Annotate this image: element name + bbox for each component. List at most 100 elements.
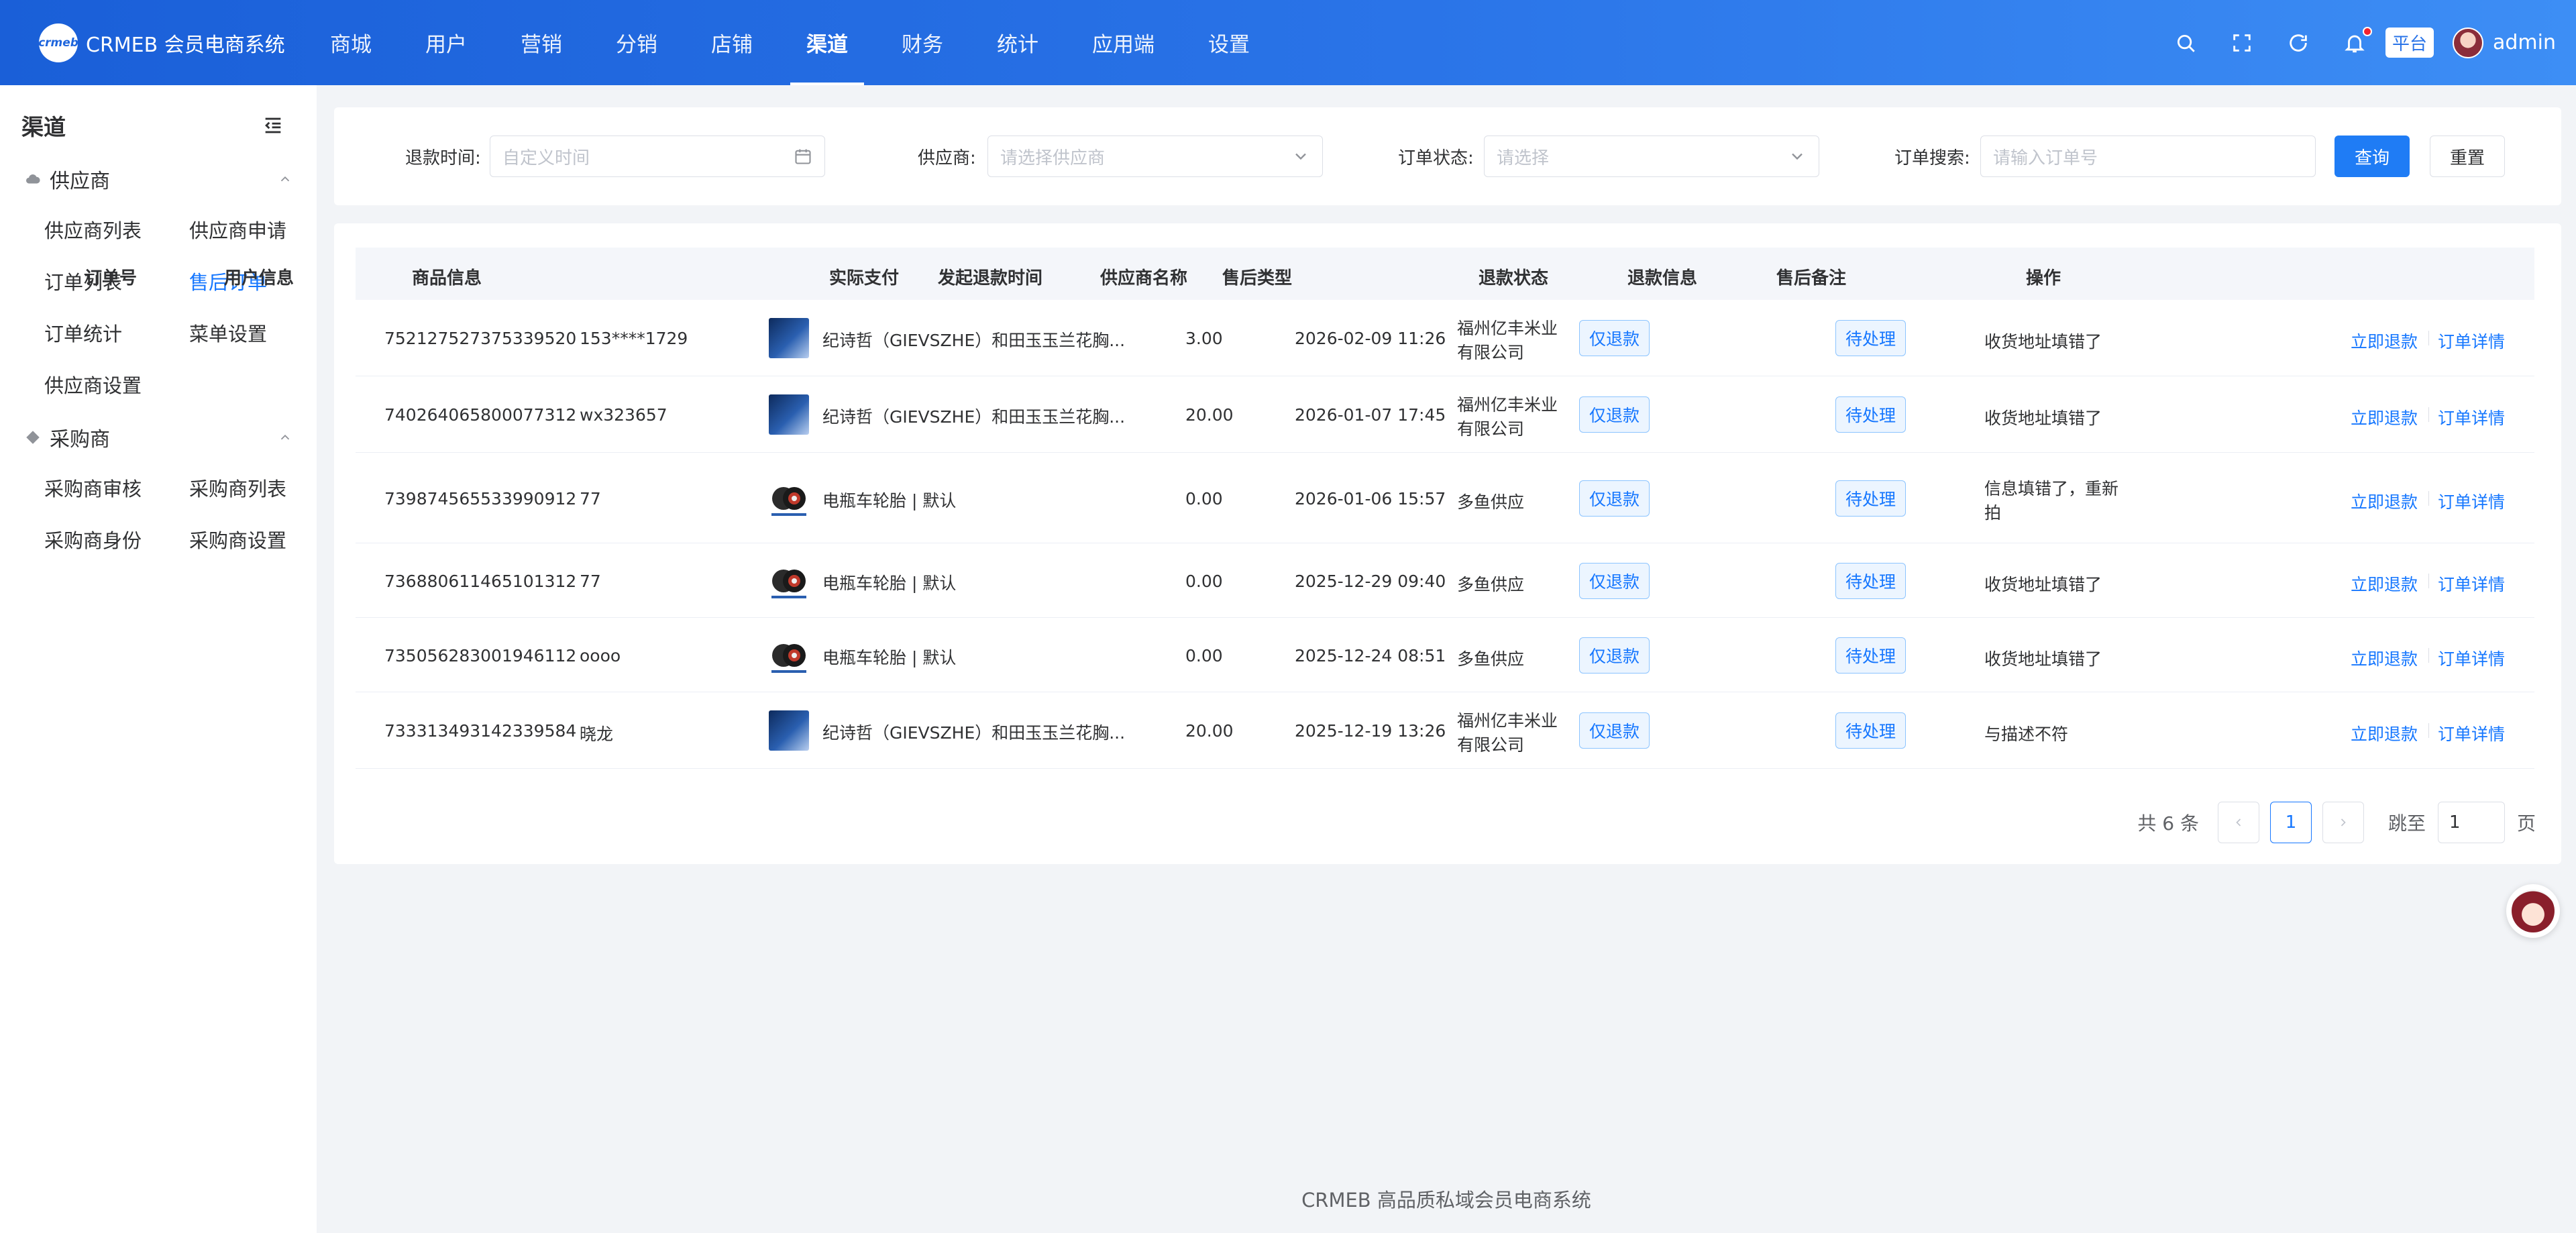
order-search-input[interactable]: 请输入订单号: [1980, 136, 2316, 177]
topnav-item[interactable]: 商城: [314, 0, 388, 85]
column-header: 实际支付: [829, 268, 900, 288]
product-name: 电瓶车轮胎 | 默认: [822, 573, 957, 593]
refund-status-tag: 待处理: [1835, 320, 1907, 356]
order-detail-link[interactable]: 订单详情: [2438, 405, 2505, 429]
order-detail-link[interactable]: 订单详情: [2438, 572, 2505, 596]
chevron-down-icon: [1792, 153, 1803, 160]
table-panel: 订单号 用户信息 商品信息 实际支付 发起退款时间 供应商名称 售后类型 退款状态 退款信息 售后…: [85, 223, 2561, 864]
sidebar-item[interactable]: 供应商列表: [44, 203, 189, 255]
diamond-icon: [24, 429, 42, 446]
search-icon[interactable]: [2172, 30, 2199, 56]
topnav-item[interactable]: 设置: [1192, 0, 1266, 85]
topnav-item[interactable]: 财务: [885, 0, 959, 85]
aftersale-type-tag: 仅退款: [1579, 637, 1650, 674]
refund-request-time: 2025-12-29 09:40: [1295, 571, 1446, 591]
sidebar-item[interactable]: 供应商申请: [189, 203, 334, 255]
user-info: 153****1729: [580, 329, 688, 348]
aftersale-type-tag: 仅退款: [1579, 396, 1650, 433]
sidebar-item[interactable]: 订单统计: [44, 307, 189, 358]
product-thumbnail: [769, 710, 809, 751]
page-suffix: 页: [2516, 812, 2536, 835]
reset-button[interactable]: 重置: [2430, 136, 2505, 177]
menu-fold-icon[interactable]: [262, 114, 284, 137]
topnav-item[interactable]: 应用端: [1076, 0, 1171, 85]
assistant-avatar-icon: [2512, 890, 2555, 932]
order-detail-link[interactable]: 订单详情: [2438, 646, 2505, 670]
aftersale-type-tag: 仅退款: [1579, 480, 1650, 517]
refund-now-link[interactable]: 立即退款: [2351, 489, 2418, 513]
product-thumbnail: [769, 394, 809, 435]
refund-request-time: 2026-02-09 11:26: [1295, 329, 1446, 348]
sidebar: 渠道 供应商 供应商列表 供应商申请 订单列表 售后订单 订单统计 菜单设置 供应商设置 采购商…: [0, 85, 317, 1233]
refund-time-label: 退款时间:: [405, 148, 481, 168]
refund-info: 信息填错了，重新: [1984, 478, 2119, 498]
actual-payment: 20.00: [1185, 721, 1234, 741]
refund-status-tag: 待处理: [1835, 637, 1907, 674]
table-header: 订单号 用户信息 商品信息 实际支付 发起退款时间 供应商名称 售后类型 退款状态 退款信息 售后…: [85, 248, 2534, 300]
refund-now-link[interactable]: 立即退款: [2351, 405, 2418, 429]
supplier-name: 多鱼供应: [1457, 492, 1525, 512]
actual-payment: 0.00: [1185, 571, 1223, 591]
top-right-tools: 平台 admin: [2143, 0, 2556, 85]
sidebar-group-header[interactable]: 供应商: [0, 155, 317, 203]
column-header: 用户信息: [224, 268, 294, 288]
sidebar-item[interactable]: 供应商设置: [44, 358, 189, 410]
notification-dot: [2362, 26, 2372, 36]
actual-payment: 3.00: [1185, 329, 1223, 348]
order-detail-link[interactable]: 订单详情: [2438, 489, 2505, 513]
order-status-select[interactable]: 请选择: [1484, 136, 1819, 177]
chevron-up-icon: [280, 176, 290, 182]
refund-time-picker[interactable]: 自定义时间: [490, 136, 825, 177]
query-button[interactable]: 查询: [2334, 136, 2410, 177]
refresh-icon[interactable]: [2285, 30, 2312, 56]
refund-order-table: 订单号 用户信息 商品信息 实际支付 发起退款时间 供应商名称 售后类型 退款状态 退款信息 售后…: [85, 248, 2534, 769]
brand[interactable]: crmeb CRMEB 会员电商系统: [38, 23, 285, 62]
topnav-item[interactable]: 统计: [981, 0, 1055, 85]
topnav-item[interactable]: 用户: [409, 0, 483, 85]
aftersale-type-tag: 仅退款: [1579, 712, 1650, 749]
user-avatar[interactable]: [2453, 27, 2483, 58]
customer-service-avatar[interactable]: [2506, 884, 2560, 938]
sidebar-group-header[interactable]: 采购商: [0, 413, 317, 462]
sidebar-item[interactable]: 菜单设置: [189, 307, 334, 358]
refund-now-link[interactable]: 立即退款: [2351, 572, 2418, 596]
user-info: oooo: [580, 645, 621, 665]
action-divider: [2428, 723, 2429, 738]
order-detail-link[interactable]: 订单详情: [2438, 721, 2505, 745]
refund-now-link[interactable]: 立即退款: [2351, 721, 2418, 745]
sidebar-item[interactable]: 采购商设置: [189, 513, 334, 565]
jump-page-input[interactable]: 1: [2437, 802, 2505, 843]
column-header: 售后类型: [1222, 268, 1293, 288]
refund-info: 收货地址填错了: [1984, 409, 2102, 428]
column-header: 退款状态: [1479, 268, 1549, 288]
username[interactable]: admin: [2493, 31, 2556, 54]
column-header: 供应商名称: [1100, 268, 1188, 288]
sidebar-item[interactable]: 采购商列表: [189, 462, 334, 513]
prev-page-button[interactable]: [2217, 802, 2259, 843]
platform-tag[interactable]: 平台: [2385, 28, 2434, 58]
page-number[interactable]: 1: [2269, 802, 2312, 843]
chevron-left-icon: [2236, 818, 2241, 826]
fullscreen-icon[interactable]: [2229, 30, 2255, 56]
topnav-item[interactable]: 店铺: [695, 0, 769, 85]
topnav-item[interactable]: 渠道: [790, 0, 864, 85]
sidebar-item[interactable]: 采购商身份: [44, 513, 189, 565]
bell-icon[interactable]: [2341, 26, 2372, 56]
order-detail-link[interactable]: 订单详情: [2438, 329, 2505, 353]
next-page-button[interactable]: [2322, 802, 2364, 843]
refund-now-link[interactable]: 立即退款: [2351, 329, 2418, 353]
supplier-select[interactable]: 请选择供应商: [987, 136, 1323, 177]
topnav-item[interactable]: 分销: [600, 0, 674, 85]
action-divider: [2428, 647, 2429, 663]
topnav-item[interactable]: 营销: [504, 0, 578, 85]
order-number: 733313493142339584: [384, 721, 577, 741]
user-info: 77: [580, 488, 601, 508]
action-divider: [2428, 490, 2429, 506]
order-number: 752127527375339520: [384, 329, 577, 348]
chevron-down-icon: [1295, 153, 1306, 160]
sidebar-group-label: 采购商: [50, 428, 110, 451]
refund-now-link[interactable]: 立即退款: [2351, 646, 2418, 670]
sidebar-item[interactable]: 采购商审核: [44, 462, 189, 513]
table-row: 740264065800077312 wx323657 纪诗哲（GIEVSZHE）和…: [356, 376, 2534, 453]
refund-request-time: 2026-01-07 17:45: [1295, 405, 1446, 425]
